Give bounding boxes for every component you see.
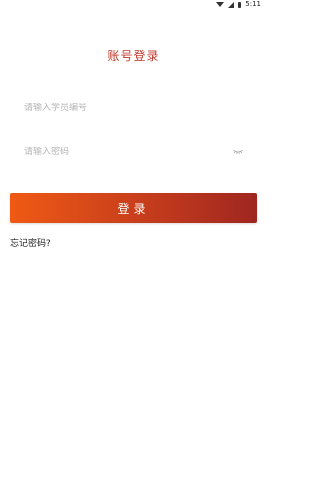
forgot-password-link[interactable]: 忘记密码? xyxy=(10,236,51,249)
eye-closed-icon[interactable] xyxy=(233,149,243,155)
password-field xyxy=(24,140,243,164)
signal-icon xyxy=(228,1,235,8)
battery-icon xyxy=(238,1,242,8)
wifi-icon xyxy=(216,2,225,7)
password-input[interactable] xyxy=(24,147,243,157)
login-button[interactable]: 登录 xyxy=(10,193,257,223)
page-title: 账号登录 xyxy=(107,49,160,63)
status-bar: 5:11 xyxy=(0,0,267,9)
login-screen: 5:11 账号登录 登录 忘记密码? xyxy=(0,0,267,478)
student-id-field xyxy=(24,96,243,120)
student-id-input[interactable] xyxy=(24,103,243,113)
status-time: 5:11 xyxy=(245,0,261,8)
